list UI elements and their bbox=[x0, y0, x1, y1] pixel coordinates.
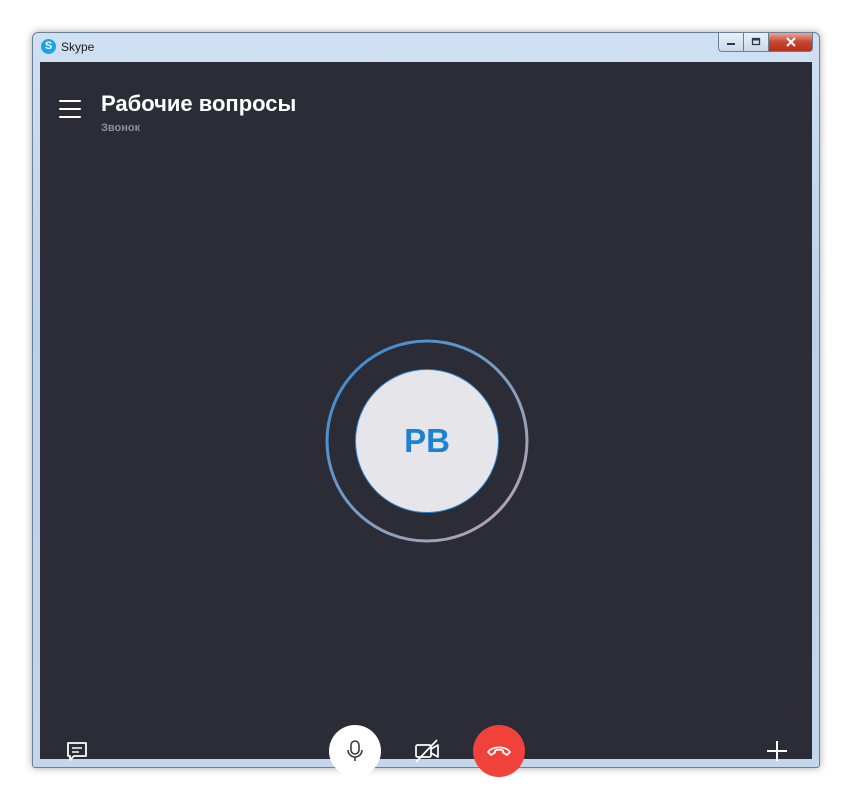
window-title: Skype bbox=[61, 40, 95, 54]
contact-avatar: PB bbox=[355, 369, 499, 513]
maximize-button[interactable] bbox=[744, 33, 769, 52]
maximize-icon bbox=[751, 37, 761, 46]
skype-app-icon: S bbox=[41, 39, 56, 54]
chat-icon bbox=[67, 742, 87, 761]
hamburger-menu-icon[interactable] bbox=[59, 100, 81, 118]
call-view: Рабочие вопросы Звонок PB bbox=[40, 62, 812, 777]
plus-icon bbox=[767, 741, 787, 761]
microphone-icon bbox=[347, 740, 363, 761]
hang-up-icon bbox=[487, 746, 511, 756]
skype-window: S Skype Рабочие вопросы Звонок PB bbox=[32, 32, 820, 777]
conversation-title: Рабочие вопросы bbox=[101, 91, 297, 116]
add-participant-button[interactable] bbox=[763, 737, 791, 765]
mute-microphone-button[interactable] bbox=[329, 725, 381, 777]
window-controls bbox=[718, 33, 813, 52]
close-icon bbox=[785, 37, 796, 47]
call-status: Звонок bbox=[101, 122, 141, 134]
title-bar[interactable]: S Skype bbox=[33, 33, 819, 61]
video-off-icon bbox=[415, 739, 439, 763]
close-button[interactable] bbox=[769, 33, 813, 52]
minimize-button[interactable] bbox=[718, 33, 744, 52]
toggle-video-button[interactable] bbox=[413, 737, 441, 765]
minimize-icon bbox=[727, 43, 735, 45]
end-call-button[interactable] bbox=[473, 725, 525, 777]
open-chat-button[interactable] bbox=[65, 740, 89, 764]
